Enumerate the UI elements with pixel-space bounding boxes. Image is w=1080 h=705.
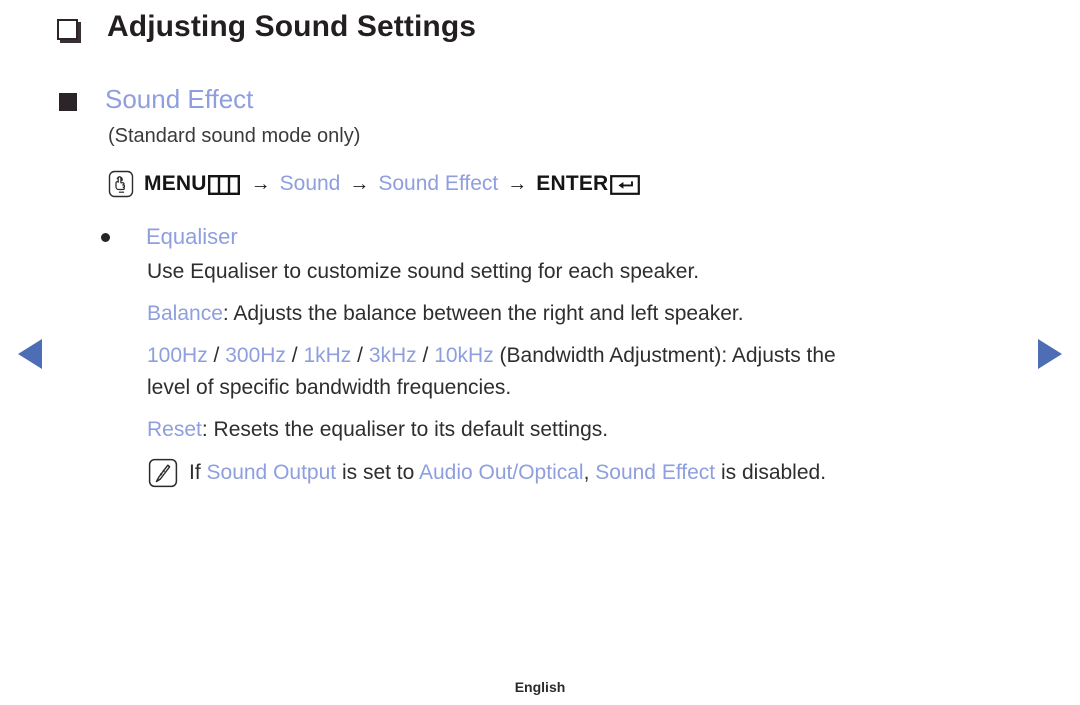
bandwidth-line: 100Hz / 300Hz / 1kHz / 3kHz / 10kHz (Ban…	[147, 343, 836, 368]
note-part-2: is set to	[336, 461, 419, 484]
menu-label: MENU	[144, 172, 207, 195]
equaliser-description: Use Equaliser to customize sound setting…	[147, 260, 700, 283]
section-heading-row: Sound Effect	[59, 84, 253, 115]
reset-line: Reset: Resets the equaliser to its defau…	[147, 417, 608, 442]
page-title: Adjusting Sound Settings	[107, 10, 477, 43]
path-arrow-3: →	[507, 172, 528, 195]
note-term-audio-out-optical: Audio Out/Optical	[419, 461, 584, 484]
section-heading: Sound Effect	[105, 84, 254, 114]
note-term-sound-output: Sound Output	[206, 461, 337, 484]
footer-language: English	[514, 679, 566, 695]
bandwidth-separator: /	[416, 344, 435, 367]
bandwidth-separator: /	[207, 344, 226, 367]
enter-label: ENTER	[536, 172, 609, 195]
note-part-1: If	[189, 461, 207, 484]
bandwidth-values: 100Hz / 300Hz / 1kHz / 3kHz / 10kHz	[147, 344, 494, 367]
bandwidth-value: 100Hz	[147, 344, 208, 367]
equaliser-label: Equaliser	[146, 224, 238, 249]
menu-path-row: MENU → Sound → Sound Effect → ENTER	[107, 170, 641, 198]
note-pencil-icon	[148, 458, 178, 488]
note-term-sound-effect: Sound Effect	[595, 461, 716, 484]
path-arrow-1: →	[250, 172, 271, 195]
round-bullet-icon	[101, 232, 110, 242]
section-subnote: (Standard sound mode only)	[108, 125, 361, 147]
bandwidth-value: 10kHz	[434, 344, 494, 367]
reset-description: : Resets the equaliser to its default se…	[201, 418, 609, 441]
note-part-3: ,	[583, 461, 596, 484]
bandwidth-value: 300Hz	[225, 344, 286, 367]
balance-description: : Adjusts the balance between the right …	[222, 302, 744, 325]
bandwidth-value: 3kHz	[368, 344, 417, 367]
bandwidth-description: (Bandwidth Adjustment): Adjusts the	[493, 344, 836, 367]
reset-term: Reset	[147, 418, 202, 441]
enter-return-icon	[610, 175, 641, 195]
note-part-4: is disabled.	[715, 461, 827, 484]
note-row: If Sound Output is set to Audio Out/Opti…	[148, 458, 826, 488]
page-title-row: Adjusting Sound Settings	[57, 10, 476, 44]
note-text: If Sound Output is set to Audio Out/Opti…	[189, 461, 826, 485]
menu-grid-icon	[207, 175, 240, 196]
hollow-square-icon	[57, 18, 78, 40]
menu-path-item-sound: Sound	[279, 172, 341, 195]
balance-line: Balance: Adjusts the balance between the…	[147, 301, 744, 326]
bandwidth-separator: /	[351, 344, 369, 367]
equaliser-bullet-row: Equaliser	[101, 224, 238, 250]
bandwidth-line-2: level of specific bandwidth frequencies.	[147, 376, 512, 399]
next-page-arrow-icon[interactable]	[1038, 339, 1062, 369]
balance-term: Balance	[147, 302, 223, 325]
bandwidth-separator: /	[285, 344, 304, 367]
manual-page: Adjusting Sound Settings Sound Effect (S…	[0, 0, 1080, 705]
hand-press-icon	[107, 170, 135, 198]
path-arrow-2: →	[349, 172, 370, 195]
prev-page-arrow-icon[interactable]	[18, 339, 42, 369]
filled-square-icon	[59, 92, 77, 111]
bandwidth-value: 1kHz	[303, 344, 352, 367]
menu-path-item-sound-effect: Sound Effect	[378, 172, 499, 195]
